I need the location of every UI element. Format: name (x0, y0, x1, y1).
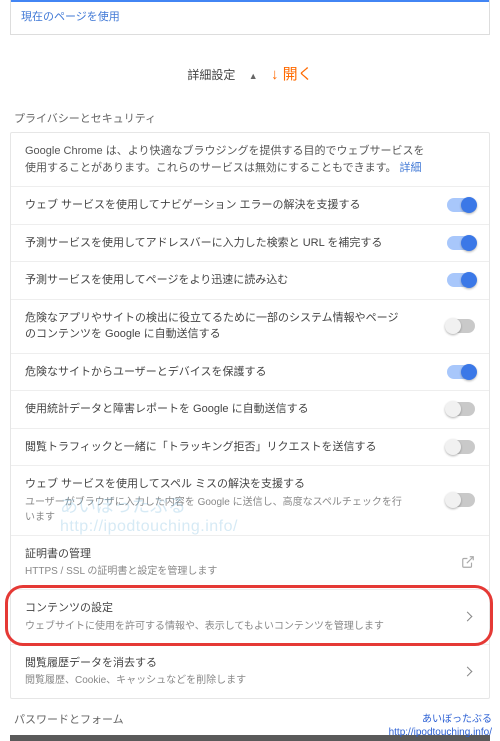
row-content-settings[interactable]: コンテンツの設定 ウェブサイトに使用を許可する情報や、表示してもよいコンテンツを… (11, 589, 489, 644)
section-title-privacy: プライバシーとセキュリティ (0, 102, 500, 132)
annotation-open: ↓ 開く (271, 66, 313, 83)
row-clear-data[interactable]: 閲覧履歴データを消去する 閲覧履歴、Cookie、キャッシュなどを削除します (11, 644, 489, 699)
row-sub: ユーザーがブラウザに入力した内容を Google に送信し、高度なスペルチェック… (25, 495, 405, 525)
detail-link[interactable]: 詳細 (400, 162, 422, 174)
advanced-settings-toggle[interactable]: 詳細設定 ▲ ↓ 開く (0, 35, 500, 102)
toggle-do-not-track[interactable] (447, 440, 475, 454)
row-usage-stats: 使用統計データと障害レポートを Google に自動送信する (11, 390, 489, 428)
chevron-right-icon (463, 612, 473, 622)
row-title: 予測サービスを使用してアドレスバーに入力した検索と URL を補完する (25, 235, 405, 252)
row-prediction-url: 予測サービスを使用してアドレスバーに入力した検索と URL を補完する (11, 224, 489, 262)
toggle-prediction-load[interactable] (447, 273, 475, 287)
privacy-intro: Google Chrome は、より快適なブラウジングを提供する目的でウェブサー… (11, 133, 489, 186)
advanced-label: 詳細設定 (187, 66, 235, 83)
row-title: 危険なサイトからユーザーとデバイスを保護する (25, 364, 405, 381)
toggle-prediction-url[interactable] (447, 236, 475, 250)
row-do-not-track: 閲覧トラフィックと一緒に「トラッキング拒否」リクエストを送信する (11, 428, 489, 466)
use-current-page-link[interactable]: 現在のページを使用 (21, 11, 120, 23)
startup-section-fragment: 現在のページを使用 (10, 0, 490, 35)
privacy-panel: Google Chrome は、より快適なブラウジングを提供する目的でウェブサー… (10, 132, 490, 699)
toggle-protect[interactable] (447, 365, 475, 379)
row-title: 閲覧トラフィックと一緒に「トラッキング拒否」リクエストを送信する (25, 439, 405, 456)
row-prediction-load: 予測サービスを使用してページをより迅速に読み込む (11, 261, 489, 299)
row-protect: 危険なサイトからユーザーとデバイスを保護する (11, 353, 489, 391)
row-nav-error: ウェブ サービスを使用してナビゲーション エラーの解決を支援する (11, 186, 489, 224)
row-title: 危険なアプリやサイトの検出に役立てるために一部のシステム情報やページのコンテンツ… (25, 310, 405, 343)
row-title: 使用統計データと障害レポートを Google に自動送信する (25, 401, 405, 418)
row-sub: ウェブサイトに使用を許可する情報や、表示してもよいコンテンツを管理します (25, 619, 422, 634)
intro-text: Google Chrome は、より快適なブラウジングを提供する目的でウェブサー… (25, 145, 424, 174)
toggle-spellcheck[interactable] (447, 493, 475, 507)
external-link-icon (461, 555, 475, 569)
row-spellcheck: ウェブ サービスを使用してスペル ミスの解決を支援する ユーザーがブラウザに入力… (11, 465, 489, 535)
active-field-indicator (11, 0, 489, 2)
chevron-right-icon (463, 666, 473, 676)
toggle-nav-error[interactable] (447, 198, 475, 212)
row-safebrowsing-report: 危険なアプリやサイトの検出に役立てるために一部のシステム情報やページのコンテンツ… (11, 299, 489, 353)
row-sub: 閲覧履歴、Cookie、キャッシュなどを削除します (25, 673, 422, 688)
toggle-safebrowsing-report[interactable] (447, 319, 475, 333)
row-sub: HTTPS / SSL の証明書と設定を管理します (25, 564, 419, 579)
row-title: 予測サービスを使用してページをより迅速に読み込む (25, 272, 405, 289)
row-certificates[interactable]: 証明書の管理 HTTPS / SSL の証明書と設定を管理します (11, 535, 489, 590)
row-title: ウェブ サービスを使用してナビゲーション エラーの解決を支援する (25, 197, 405, 214)
chevron-up-icon: ▲ (249, 71, 258, 81)
row-title: 証明書の管理 (25, 546, 419, 563)
toggle-usage-stats[interactable] (447, 402, 475, 416)
row-title: ウェブ サービスを使用してスペル ミスの解決を支援する (25, 476, 405, 493)
row-title: コンテンツの設定 (25, 600, 422, 617)
row-title: 閲覧履歴データを消去する (25, 655, 422, 672)
credit: あいぼったぶる http://ipodtouching.info/ (389, 713, 492, 739)
